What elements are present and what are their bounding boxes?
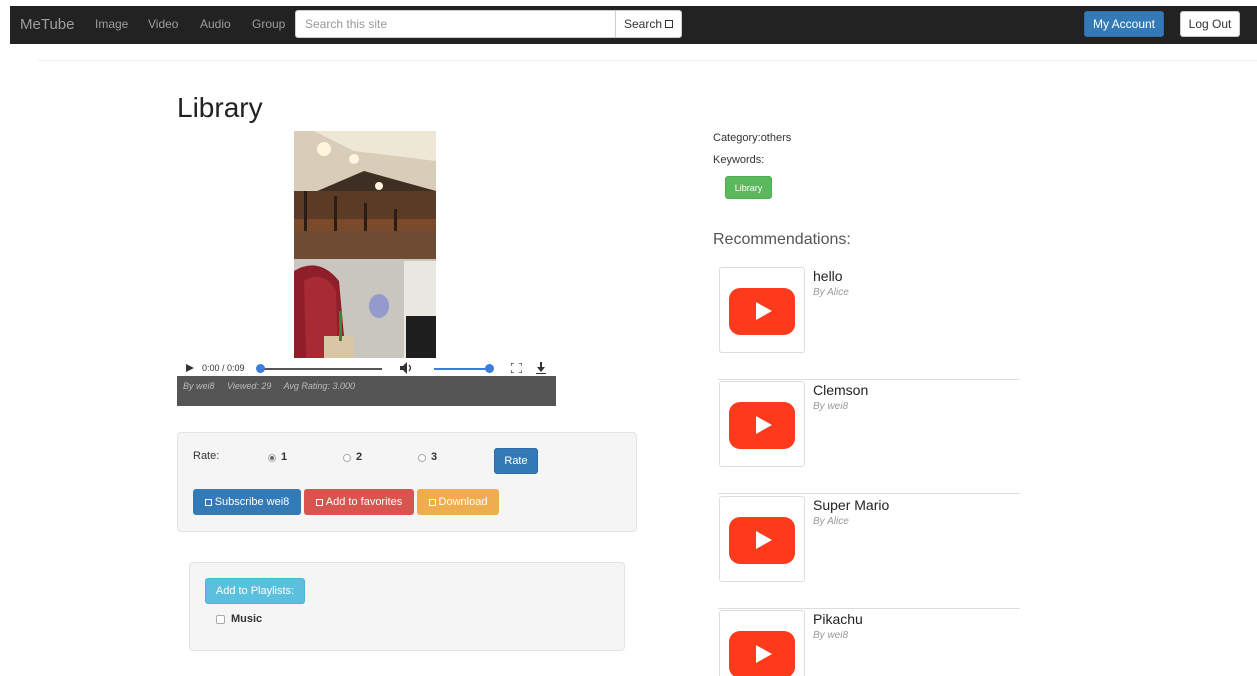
recommendation-thumbnail[interactable] — [719, 381, 805, 467]
recommendations-heading: Recommendations: — [713, 231, 851, 248]
avg-rating: Avg Rating: 3.000 — [283, 381, 355, 391]
download-button-label: Download — [438, 496, 488, 508]
nav-link-video[interactable]: Video — [148, 17, 178, 31]
nav-link-image[interactable]: Image — [95, 17, 128, 31]
recommendation-title[interactable]: Clemson — [813, 382, 868, 398]
page-title: Library — [177, 92, 263, 123]
add-to-playlists-button[interactable]: Add to Playlists: — [205, 578, 305, 604]
subscribe-glyph-icon — [204, 498, 212, 506]
keyword-tag-library[interactable]: Library — [725, 176, 772, 199]
search-button-label: Search — [623, 17, 663, 31]
search-glyph-icon — [665, 20, 674, 28]
search-input[interactable] — [295, 10, 616, 38]
progress-handle[interactable] — [256, 364, 265, 373]
rating-panel: Rate: 1 2 3 Rate Subscribe wei8 Add to f… — [177, 432, 637, 532]
rate-radio-1-label: 1 — [281, 451, 288, 463]
favorites-button-label: Add to favorites — [325, 496, 403, 508]
log-out-button[interactable]: Log Out — [1180, 11, 1240, 37]
brand-logo[interactable]: MeTube — [20, 16, 74, 33]
volume-handle[interactable] — [485, 364, 494, 373]
playlist-panel: Add to Playlists: Music — [189, 562, 625, 651]
recommendation-item[interactable]: hello By Alice — [718, 266, 1020, 380]
video-play-logo-icon — [729, 517, 795, 564]
playlist-checkbox-music[interactable] — [216, 615, 225, 624]
video-player[interactable] — [294, 131, 436, 358]
rate-radio-2[interactable] — [343, 454, 351, 462]
keywords-label: Keywords: — [713, 154, 765, 166]
video-play-logo-icon — [729, 402, 795, 449]
rate-radio-3[interactable] — [418, 454, 426, 462]
top-navbar: MeTube Image Video Audio Group Search My… — [10, 6, 1257, 44]
nav-link-audio[interactable]: Audio — [200, 17, 231, 31]
progress-track[interactable] — [260, 368, 382, 370]
view-count: Viewed: 29 — [227, 381, 272, 391]
download-icon[interactable] — [535, 362, 547, 374]
rate-button[interactable]: Rate — [494, 448, 538, 474]
video-time: 0:00 / 0:09 — [202, 363, 245, 373]
play-icon[interactable] — [186, 364, 194, 372]
recommendation-author: By Alice — [813, 516, 849, 527]
video-meta-bar: By wei8 Viewed: 29 Avg Rating: 3.000 — [177, 376, 556, 406]
video-frame-image — [294, 131, 436, 358]
video-author: By wei8 — [183, 381, 215, 391]
video-controls: 0:00 / 0:09 — [177, 358, 556, 378]
recommendation-title[interactable]: Super Mario — [813, 497, 889, 513]
add-to-favorites-button[interactable]: Add to favorites — [304, 489, 414, 515]
favorites-glyph-icon — [315, 498, 323, 506]
recommendation-item[interactable]: Super Mario By Alice — [718, 495, 1020, 609]
header-divider — [38, 60, 1257, 61]
recommendation-item[interactable]: Pikachu By wei8 — [718, 609, 1020, 676]
subscribe-button-label: Subscribe wei8 — [214, 496, 290, 508]
fullscreen-icon[interactable] — [511, 363, 522, 373]
recommendation-item[interactable]: Clemson By wei8 — [718, 380, 1020, 494]
rate-radio-3-label: 3 — [431, 451, 438, 463]
recommendation-thumbnail[interactable] — [719, 267, 805, 353]
category-text: Category:others — [713, 132, 792, 144]
video-play-logo-icon — [729, 288, 795, 335]
recommendation-thumbnail[interactable] — [719, 610, 805, 676]
download-button[interactable]: Download — [417, 489, 499, 515]
nav-link-group[interactable]: Group — [252, 17, 285, 31]
recommendation-title[interactable]: hello — [813, 268, 843, 284]
volume-icon[interactable] — [400, 362, 414, 374]
playlist-label-music: Music — [231, 613, 263, 625]
rate-label: Rate: — [193, 450, 220, 462]
rate-radio-2-label: 2 — [356, 451, 363, 463]
search-button[interactable]: Search — [615, 10, 682, 38]
my-account-button[interactable]: My Account — [1084, 11, 1164, 37]
subscribe-button[interactable]: Subscribe wei8 — [193, 489, 301, 515]
rate-radio-1[interactable] — [268, 454, 276, 462]
recommendation-title[interactable]: Pikachu — [813, 611, 863, 627]
recommendation-author: By Alice — [813, 287, 849, 298]
recommendation-thumbnail[interactable] — [719, 496, 805, 582]
volume-slider[interactable] — [434, 368, 492, 370]
recommendation-author: By wei8 — [813, 630, 849, 641]
video-play-logo-icon — [729, 631, 795, 676]
recommendation-author: By wei8 — [813, 401, 849, 412]
download-glyph-icon — [428, 498, 436, 506]
